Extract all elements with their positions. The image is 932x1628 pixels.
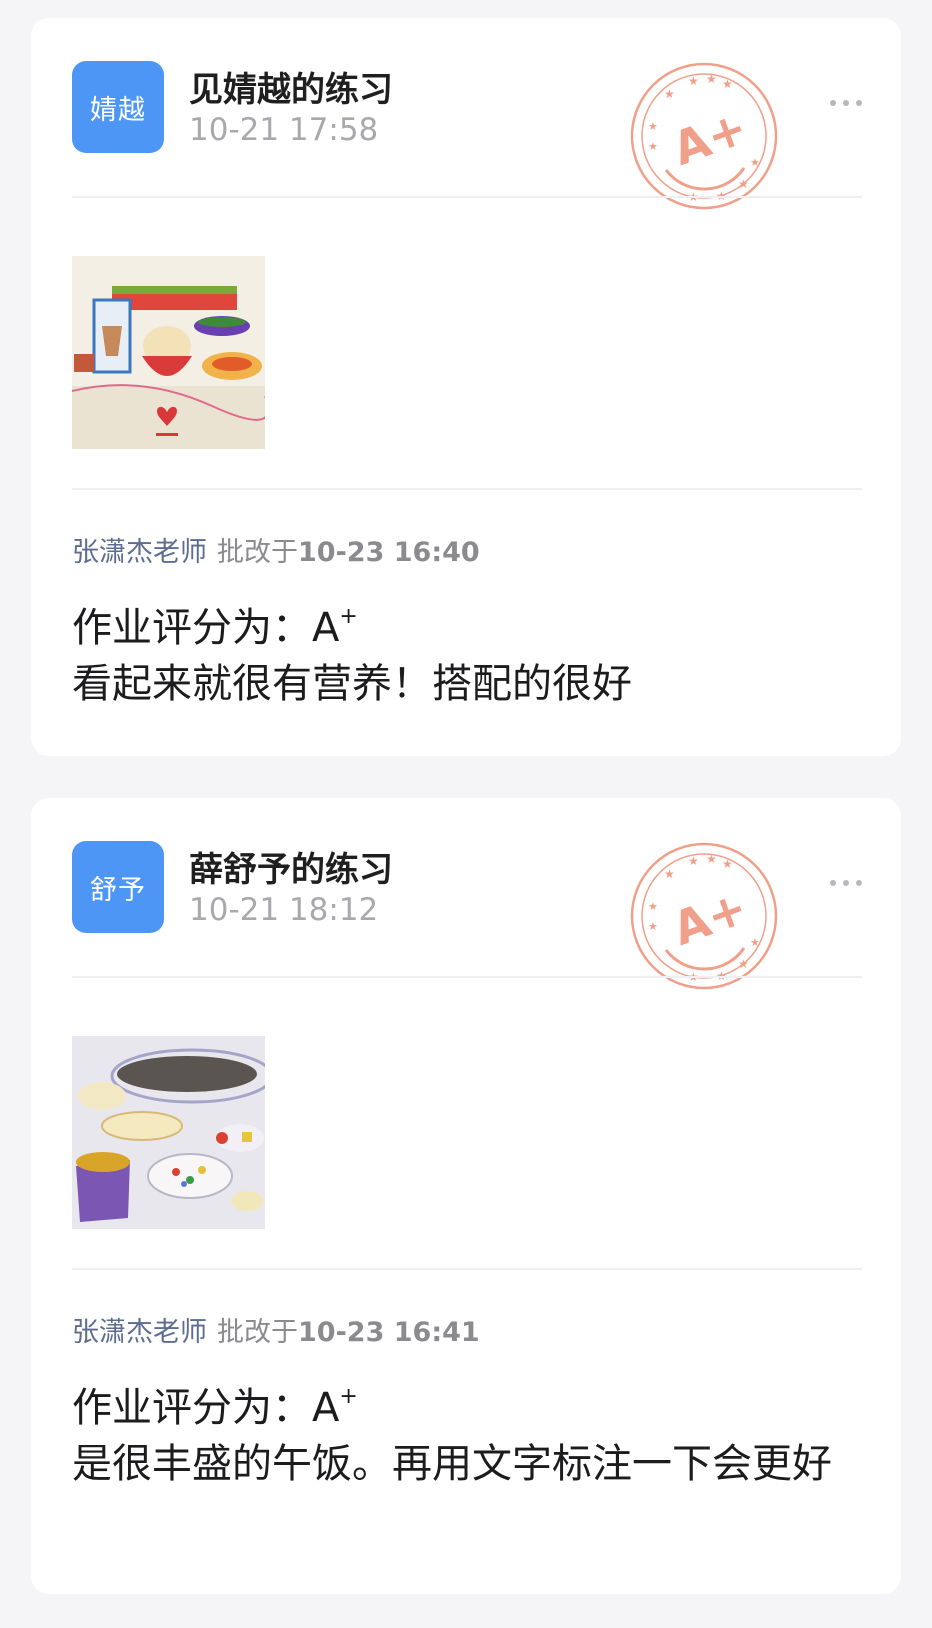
grade-suffix: + [339, 1384, 358, 1409]
more-dots-icon [830, 100, 836, 106]
svg-text:★: ★ [664, 867, 675, 881]
svg-text:A+: A+ [666, 100, 754, 176]
review-prefix: 批改于 [217, 1317, 298, 1348]
review-time: 10-23 16:40 [298, 537, 480, 568]
divider [72, 1268, 862, 1270]
svg-text:★: ★ [738, 177, 749, 191]
more-dot [856, 100, 862, 106]
comment-text: 看起来就很有营养！搭配的很好 [72, 661, 632, 707]
submission-image[interactable] [72, 1036, 265, 1229]
submission-image[interactable] [72, 256, 265, 449]
submission-feed: 婧越 见婧越的练习 10-21 17:58 ★ ★ ★ ★ ★ ★ ★ ★ ★ … [0, 0, 932, 1628]
avatar: 婧越 [72, 61, 164, 153]
more-dot [856, 880, 862, 886]
grade-stamp-icon: ★ ★ ★ ★ ★ ★ ★ ★ ★ ★ A+ [630, 62, 778, 210]
grade-suffix: + [339, 604, 358, 629]
more-options-button[interactable] [821, 868, 871, 898]
submission-time: 10-21 18:12 [189, 892, 379, 928]
review-info: 张潇杰老师 批改于10-23 16:41 [72, 1310, 480, 1349]
svg-text:★: ★ [706, 852, 717, 866]
grade-value: A [312, 1385, 340, 1431]
svg-text:★: ★ [750, 936, 760, 949]
svg-text:★: ★ [750, 156, 760, 169]
review-comment: 作业评分为：A+ 看起来就很有营养！搭配的很好 [72, 600, 852, 712]
grade-stamp-icon: ★ ★ ★ ★ ★ ★ ★ ★ ★ ★ A+ [630, 842, 778, 990]
submission-title: 见婧越的练习 [189, 70, 393, 110]
review-time: 10-23 16:41 [298, 1317, 480, 1348]
svg-text:★: ★ [648, 920, 658, 933]
svg-text:★: ★ [648, 140, 658, 153]
svg-text:★: ★ [722, 77, 733, 91]
svg-text:★: ★ [688, 74, 699, 88]
svg-text:★: ★ [664, 87, 675, 101]
review-info: 张潇杰老师 批改于10-23 16:40 [72, 530, 480, 569]
svg-text:★: ★ [722, 857, 733, 871]
grade-line: 作业评分为：A+ [72, 600, 852, 656]
reviewer-name[interactable]: 张潇杰老师 [72, 537, 207, 568]
svg-text:★: ★ [648, 900, 658, 913]
review-comment: 作业评分为：A+ 是很丰盛的午饭。再用文字标注一下会更好 [72, 1380, 852, 1492]
reviewer-name[interactable]: 张潇杰老师 [72, 1317, 207, 1348]
submission-title: 薛舒予的练习 [189, 850, 393, 890]
review-prefix: 批改于 [217, 537, 298, 568]
svg-text:★: ★ [688, 854, 699, 868]
grade-value: A [312, 605, 340, 651]
avatar: 舒予 [72, 841, 164, 933]
submission-card[interactable]: 婧越 见婧越的练习 10-21 17:58 ★ ★ ★ ★ ★ ★ ★ ★ ★ … [31, 18, 901, 756]
svg-text:★: ★ [648, 120, 658, 133]
divider [72, 196, 862, 198]
divider [72, 976, 862, 978]
divider [72, 488, 862, 490]
grade-label: 作业评分为： [72, 1385, 312, 1431]
grade-label: 作业评分为： [72, 605, 312, 651]
grade-line: 作业评分为：A+ [72, 1380, 852, 1436]
comment-text: 是很丰盛的午饭。再用文字标注一下会更好 [72, 1441, 832, 1487]
svg-text:A+: A+ [666, 880, 754, 956]
more-dot [843, 880, 849, 886]
more-dot [843, 100, 849, 106]
more-dots-icon [830, 880, 836, 886]
submission-time: 10-21 17:58 [189, 112, 379, 148]
svg-text:★: ★ [738, 957, 749, 971]
more-options-button[interactable] [821, 88, 871, 118]
svg-text:★: ★ [706, 72, 717, 86]
submission-card[interactable]: 舒予 薛舒予的练习 10-21 18:12 ★ ★ ★ ★ ★ ★ ★ ★ ★ … [31, 798, 901, 1594]
